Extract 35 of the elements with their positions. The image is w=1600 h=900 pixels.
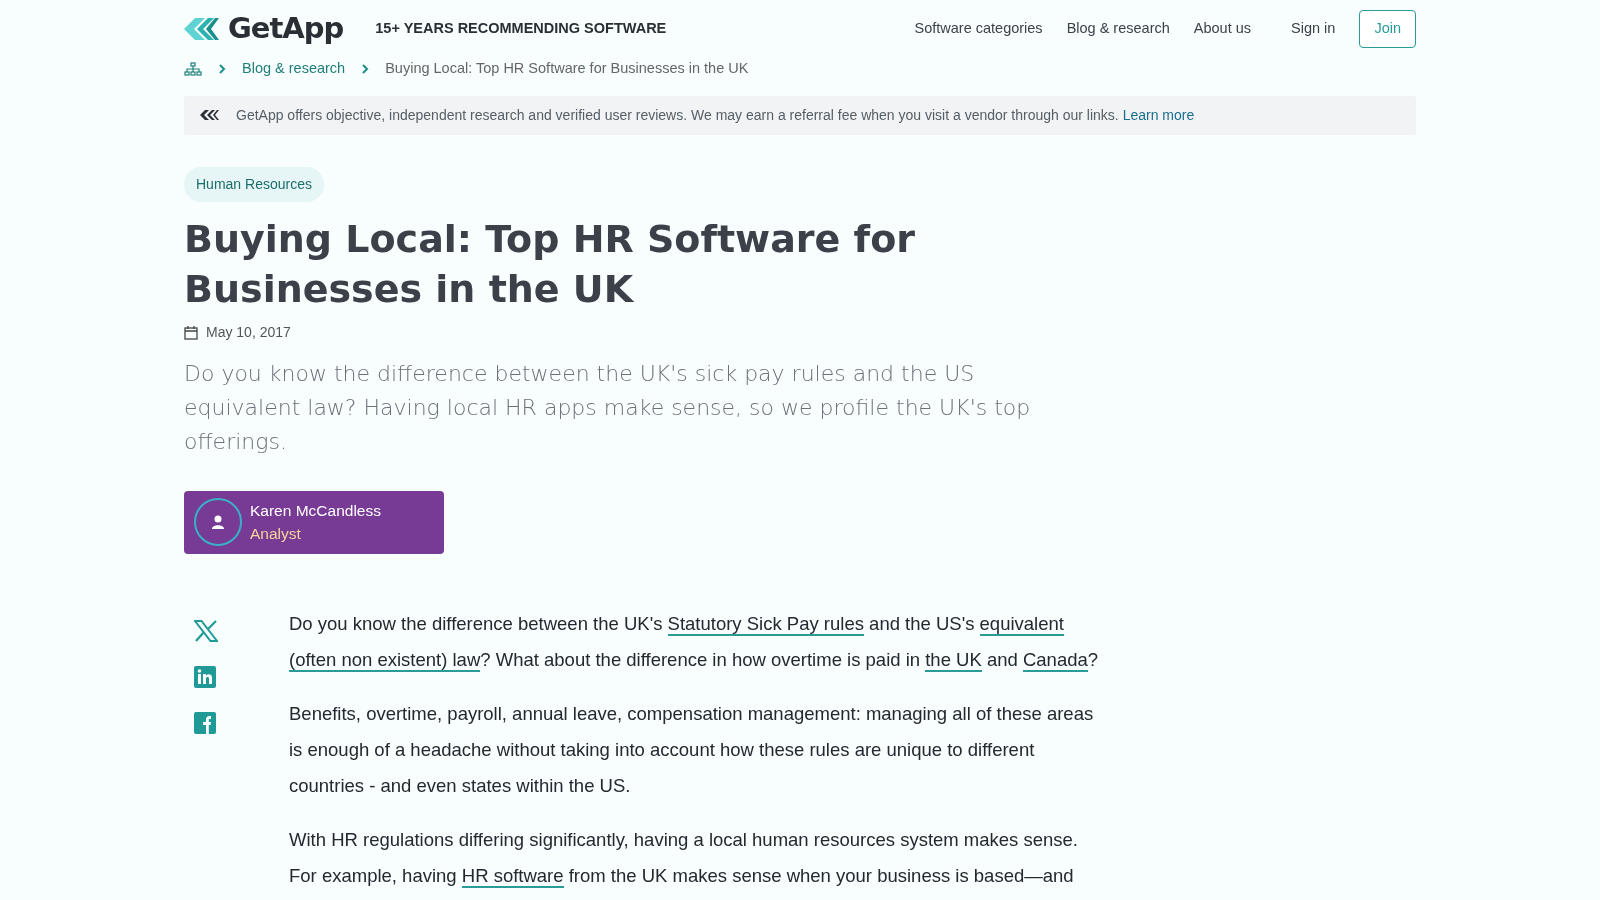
disclosure-text: GetApp offers objective, independent research and verified user reviews. We may earn a referral fee when you visit a vendor through our links. Learn more bbox=[236, 105, 1195, 125]
learn-more-link[interactable]: Learn more bbox=[1122, 106, 1195, 123]
avatar-icon bbox=[194, 498, 242, 547]
sitemap-icon[interactable] bbox=[184, 61, 202, 76]
author-card[interactable]: Karen McCandless Analyst bbox=[184, 490, 444, 554]
text-link[interactable]: Statutory Sick Pay rules bbox=[667, 612, 864, 636]
chevron-right-icon bbox=[218, 63, 226, 74]
paragraph: With HR regulations differing significantly, having a local human resources system makes sense. For example, having HR software from the UK makes sense when your business is based—and bbox=[289, 827, 1079, 890]
text-link[interactable]: HR software bbox=[461, 864, 564, 888]
author-role: Analyst bbox=[250, 524, 302, 545]
nav-link[interactable]: About us bbox=[1193, 18, 1252, 40]
chevron-right-icon bbox=[361, 63, 370, 74]
text-link[interactable]: (often non existent) law bbox=[289, 648, 481, 672]
breadcrumb-current: Buying Local: Top HR Software for Businesses in the UK bbox=[385, 59, 749, 78]
logo[interactable]: GetApp bbox=[184, 7, 344, 51]
text-link[interactable]: equivalent bbox=[979, 612, 1064, 636]
paragraph: Do you know the difference between the UK's Statutory Sick Pay rules and the US's equivalent (often non existent) law? What about the difference in how overtime is paid in the UK and Canada? bbox=[289, 611, 1099, 674]
author-name: Karen McCandless bbox=[250, 501, 381, 521]
nav-link[interactable]: Blog & research bbox=[1066, 18, 1170, 40]
breadcrumb-link[interactable]: Blog & research bbox=[242, 58, 346, 80]
nav-link[interactable]: Software categories bbox=[914, 18, 1043, 40]
logo-icon bbox=[200, 109, 220, 122]
sign-in-link[interactable]: Sign in bbox=[1291, 18, 1336, 40]
category-tag[interactable]: Human Resources bbox=[184, 166, 324, 202]
article-lead: Do you know the difference between the UK's sick pay rules and the US equivalent law? Having local HR apps make sense, so we profile the UK's top offerings. bbox=[184, 359, 1032, 456]
text-link[interactable]: Canada bbox=[1022, 648, 1088, 672]
linkedin-icon[interactable] bbox=[194, 665, 216, 688]
tagline: 15+ YEARS RECOMMENDING SOFTWARE bbox=[375, 19, 667, 39]
article-title: Buying Local: Top HR Software for Businesses in the UK bbox=[184, 215, 916, 313]
paragraph: Benefits, overtime, payroll, annual leave, compensation management: managing all of these areas is enough of a headache without taking into account how these rules are unique to different countries - and even states within the US. bbox=[289, 701, 1095, 798]
calendar-icon bbox=[184, 324, 198, 340]
facebook-icon[interactable] bbox=[194, 711, 216, 734]
publish-date: May 10, 2017 bbox=[206, 322, 291, 342]
x-logo-icon[interactable] bbox=[194, 619, 218, 642]
text-link[interactable]: the UK bbox=[925, 648, 982, 672]
